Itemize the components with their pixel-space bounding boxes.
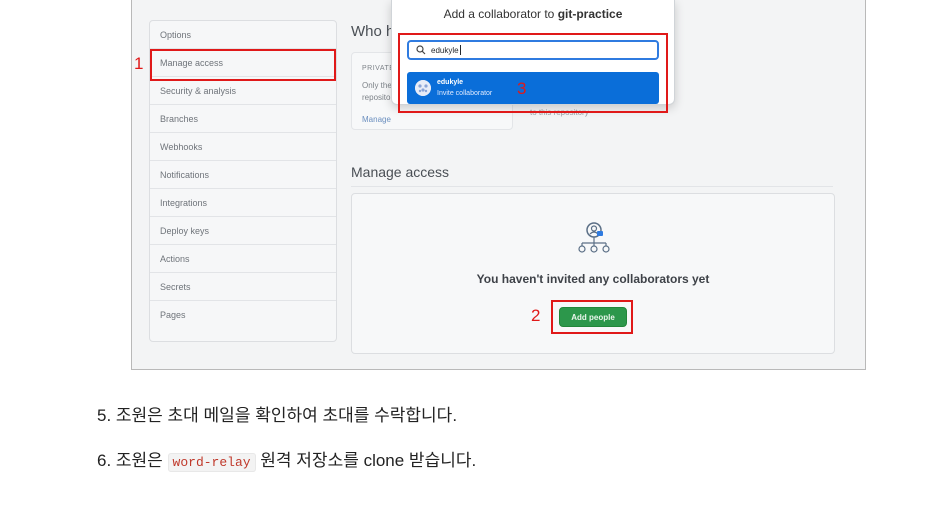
sidebar-item-options[interactable]: Options — [150, 21, 336, 49]
annotation-number-3: 3 — [517, 79, 527, 98]
dialog-title-prefix: Add a collaborator to — [443, 7, 558, 21]
sidebar-item-webhooks[interactable]: Webhooks — [150, 133, 336, 161]
highlight-add-people — [551, 300, 633, 334]
step-6-text: 6. 조원은 word-relay 원격 저장소를 clone 받습니다. — [97, 446, 477, 472]
step-6-prefix: 6. 조원은 — [97, 451, 168, 470]
highlight-manage-access — [150, 49, 336, 81]
manage-access-title: Manage access — [351, 164, 450, 180]
dialog-repo-name: git-practice — [557, 7, 623, 21]
empty-collaborators-message: You haven't invited any collaborators ye… — [476, 272, 710, 286]
dialog-title: Add a collaborator to git-practice — [392, 7, 674, 21]
annotation-number-1: 1 — [134, 54, 144, 73]
sidebar-item-pages[interactable]: Pages — [150, 301, 336, 329]
sidebar-item-secrets[interactable]: Secrets — [150, 273, 336, 301]
step-5-text: 5. 조원은 초대 메일을 확인하여 초대를 수락합니다. — [97, 406, 458, 425]
sidebar-item-deploy-keys[interactable]: Deploy keys — [150, 217, 336, 245]
who-has-access-title: Who h — [351, 23, 395, 40]
section-divider — [351, 186, 833, 187]
manage-link[interactable]: Manage — [362, 115, 391, 124]
highlight-suggestion — [398, 33, 668, 113]
sidebar-item-security-analysis[interactable]: Security & analysis — [150, 77, 336, 105]
annotation-number-2: 2 — [531, 306, 541, 325]
sidebar-item-notifications[interactable]: Notifications — [150, 161, 336, 189]
sidebar-item-integrations[interactable]: Integrations — [150, 189, 336, 217]
step-6-suffix: 원격 저장소를 clone 받습니다. — [255, 451, 477, 470]
sidebar-item-branches[interactable]: Branches — [150, 105, 336, 133]
sidebar-item-actions[interactable]: Actions — [150, 245, 336, 273]
people-icon — [578, 222, 610, 253]
repo-name-code: word-relay — [167, 453, 256, 472]
private-label: PRIVATE — [362, 65, 395, 72]
